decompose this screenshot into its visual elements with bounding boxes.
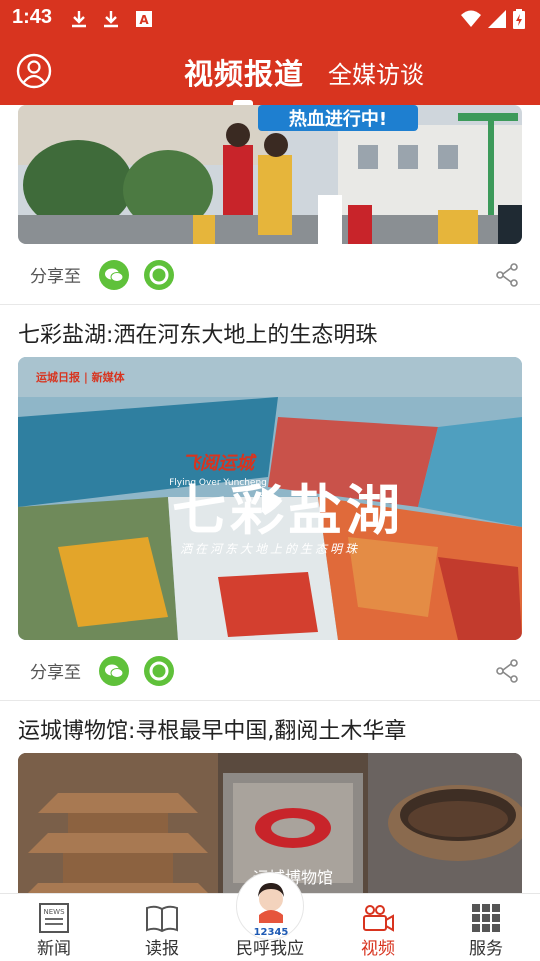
nav-news[interactable]: NEWS 新闻 [0, 894, 108, 961]
nav-label: 读报 [145, 939, 179, 959]
book-icon [144, 902, 180, 934]
wifi-icon [460, 8, 482, 30]
moments-share-icon[interactable] [144, 656, 174, 686]
status-time: 1:43 [12, 6, 53, 28]
newspaper-icon: NEWS [36, 902, 72, 934]
a-icon: A [133, 8, 155, 30]
download-icon [68, 8, 90, 30]
nav-video[interactable]: 视频 [324, 894, 432, 961]
thumbnail-caption: 热血进行中! [289, 108, 387, 130]
share-icon[interactable] [494, 658, 520, 684]
video-subtitle: 洒在河东大地上的生态明珠 [180, 542, 360, 556]
series-name: 飞阅运城 [182, 453, 257, 474]
status-bar: 1:43 A [0, 0, 540, 38]
video-thumbnail-basketball[interactable]: 热血进行中! [18, 105, 522, 244]
video-title[interactable]: 运城博物馆:寻根最早中国,翻阅土木华章 [18, 713, 406, 745]
svg-text:NEWS: NEWS [43, 908, 65, 916]
share-label: 分享至 [30, 267, 81, 287]
video-title[interactable]: 七彩盐湖:洒在河东大地上的生态明珠 [18, 317, 377, 349]
svg-text:A: A [139, 13, 149, 27]
grid-icon [468, 902, 504, 934]
brand-watermark: 运城日报 | 新媒体 [36, 370, 126, 384]
download-icon [100, 8, 122, 30]
header: 视频报道 全媒访谈 [0, 38, 540, 105]
nav-services[interactable]: 服务 [432, 894, 540, 961]
video-thumbnail-salt-lake[interactable]: 运城日报 | 新媒体 飞阅运城 Flying Over Yuncheng 七彩盐… [18, 357, 522, 640]
nav-read-paper[interactable]: 读报 [108, 894, 216, 961]
video-camera-icon [360, 902, 396, 934]
wechat-share-icon[interactable] [99, 260, 129, 290]
nav-label: 民呼我应 [236, 939, 304, 959]
nav-hotline[interactable]: 民呼我应 [216, 894, 324, 961]
signal-icon [486, 8, 508, 30]
divider [0, 304, 540, 305]
nav-label: 新闻 [37, 939, 71, 959]
tab-interviews[interactable]: 全媒访谈 [328, 55, 424, 90]
tab-video-reports[interactable]: 视频报道 [184, 51, 304, 93]
moments-share-icon[interactable] [144, 260, 174, 290]
bottom-navigation: NEWS 新闻 读报 12345 民呼我应 视频 服务 [0, 872, 540, 961]
nav-label: 视频 [361, 939, 395, 959]
divider [0, 700, 540, 701]
video-main-title: 七彩盐湖 [172, 478, 404, 542]
share-label: 分享至 [30, 663, 81, 683]
nav-label: 服务 [469, 939, 503, 959]
battery-icon [512, 8, 526, 30]
play-icon[interactable] [252, 481, 288, 517]
video-feed[interactable]: 热血进行中! 分享至 七彩盐湖:洒在河东大地上的生态明珠 运城日报 | 新媒体 … [0, 105, 540, 893]
wechat-share-icon[interactable] [99, 656, 129, 686]
share-icon[interactable] [494, 262, 520, 288]
user-avatar-icon[interactable] [16, 53, 52, 89]
